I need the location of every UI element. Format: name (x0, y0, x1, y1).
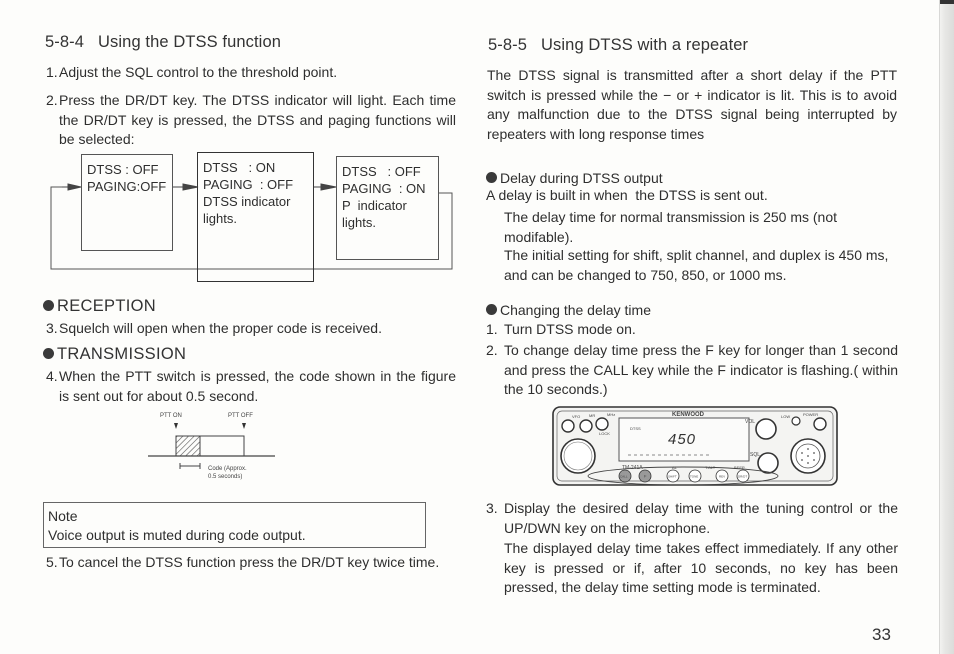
step-text: When the PTT switch is pressed, the code… (59, 368, 456, 404)
section-heading-5-8-5: 5-8-5 Using DTSS with a repeater (488, 36, 748, 55)
state-box-off: DTSS : OFF PAGING:OFF (81, 154, 173, 251)
note-box: Note Voice output is muted during code o… (43, 502, 426, 548)
change-step-1: 1. Turn DTSS mode on. (486, 320, 898, 340)
delay-output-heading: Delay during DTSS output (486, 170, 663, 186)
step-number: 3. (46, 320, 58, 336)
key-text: CALL (620, 475, 628, 479)
step-text: Squelch will open when the proper code i… (59, 320, 382, 336)
bullet-icon (486, 304, 497, 315)
key-text: REV (719, 475, 725, 479)
step-number: 1. (486, 321, 498, 337)
changing-delay-heading: Changing the delay time (486, 302, 651, 318)
display-value: 450 (668, 431, 696, 448)
vol-label: VOL (745, 419, 755, 425)
state-line: PAGING:OFF (87, 179, 167, 194)
delay-normal-paragraph: The delay time for normal transmission i… (504, 209, 838, 245)
state-line: DTSS : OFF (87, 162, 159, 177)
display-dtss-indicator: DTSS (630, 426, 641, 431)
code-label-duration: 0.5 seconds) (208, 474, 242, 480)
step-number: 5. (46, 554, 58, 570)
power-button-icon (813, 417, 827, 431)
power-label: POWER (803, 412, 818, 417)
arrow-head-2 (182, 183, 199, 191)
heading-text: Changing the delay time (500, 302, 651, 318)
tuning-knob-icon (560, 438, 596, 474)
heading-text: RECEPTION (57, 297, 156, 315)
ptt-off-marker-icon (242, 423, 246, 429)
state-line: DTSS : ON (203, 160, 276, 175)
low-label: LOW (781, 414, 790, 419)
state-line: DTSS : OFF (342, 164, 421, 179)
step-number: 2. (486, 342, 498, 358)
state-line: PAGING : OFF (203, 177, 294, 192)
bullet-icon (486, 172, 497, 183)
state-box-paging-on: DTSS : OFF PAGING : ON P indicator light… (336, 156, 439, 260)
heading-text: Delay during DTSS output (500, 170, 663, 186)
duration-marker (179, 463, 201, 469)
sql-label: SQL (750, 452, 760, 458)
state-line: DTSS indicator (203, 194, 291, 209)
bullet-icon (43, 300, 54, 311)
delay-shift-paragraph: The initial setting for shift, split cha… (504, 247, 889, 283)
section-number: 5-8-5 (488, 36, 528, 54)
ptt-on-marker-icon (174, 423, 178, 429)
step-text: Display the desired delay time with the … (504, 500, 898, 536)
right-page: 5-8-5 Using DTSS with a repeater The DTSS… (477, 0, 954, 654)
key-text: DR/DT (738, 475, 747, 479)
intro-paragraph: The DTSS signal is transmitted after a s… (487, 67, 897, 142)
arrow-head-1 (67, 183, 82, 191)
transmit-outline (200, 435, 245, 456)
bullet-icon (43, 348, 54, 359)
state-line: PAGING : ON (342, 181, 426, 196)
note-text: Voice output is muted during code output… (48, 527, 306, 543)
vfo-label: VFO (572, 414, 580, 419)
step-text: Turn DTSS mode on. (504, 321, 636, 337)
page-edge-top (940, 0, 954, 4)
vol-knob-icon (755, 418, 777, 440)
ptt-off-label: PTT OFF (228, 413, 253, 419)
heading-text: TRANSMISSION (57, 345, 187, 363)
code-label: Code (Approx. (208, 466, 247, 472)
page-edge-shadow (940, 0, 954, 654)
step-text: To change delay time press the F key for… (504, 342, 898, 397)
reception-heading: RECEPTION (43, 297, 156, 316)
step-number: 4. (46, 368, 58, 384)
lock-label: LOCK (599, 431, 610, 436)
delay-line: A delay is built in when the DTSS is sen… (486, 187, 768, 203)
mr-label: MR (589, 413, 595, 418)
ptt-on-label: PTT ON (160, 413, 182, 419)
change-step-2: 2. To change delay time press the F key … (486, 341, 898, 400)
step-4: 4. When the PTT switch is pressed, the c… (46, 367, 456, 406)
step-text: To cancel the DTSS function press the DR… (59, 554, 440, 570)
key-text: SHIFT (668, 475, 677, 479)
left-page: 5-8-4 Using the DTSS function 1. Adjust t… (0, 0, 477, 654)
page-number: 33 (872, 625, 891, 644)
key-text: TONE (690, 475, 698, 479)
code-burst-bar (175, 435, 201, 457)
brand-logo: KENWOOD (672, 412, 705, 418)
mhz-label: MHz (607, 412, 615, 417)
radio-front-panel: KENWOOD VFO MR MHz LOCK DTSS 450 TM-241A… (552, 406, 838, 486)
transmission-heading: TRANSMISSION (43, 345, 186, 364)
ptt-timing-figure: PTT ON PTT OFF Code (Approx. 0.5 seconds… (148, 413, 275, 480)
arrow-head-3 (320, 183, 337, 191)
step-3-right: 3. Display the desired delay time with t… (486, 499, 898, 538)
note-title: Note (48, 508, 78, 524)
step-number: 3. (486, 500, 498, 516)
step-5: 5. To cancel the DTSS function press the… (46, 553, 456, 573)
lock-knob-icon (595, 417, 609, 431)
mr-knob-icon (579, 419, 593, 433)
mhz-knob-icon (561, 419, 575, 433)
state-box-dtss-on: DTSS : ON PAGING : OFF DTSS indicator li… (197, 152, 314, 282)
state-line: lights. (203, 211, 237, 226)
state-line: P indicator (342, 198, 407, 213)
state-line: lights. (342, 215, 376, 230)
key-label: AL (672, 465, 678, 470)
low-button-icon (791, 416, 801, 426)
section-title: Using DTSS with a repeater (541, 36, 749, 54)
step-3-paragraph: The displayed delay time takes effect im… (504, 540, 898, 595)
step-3: 3. Squelch will open when the proper cod… (46, 319, 456, 339)
sql-knob-icon (757, 452, 779, 474)
